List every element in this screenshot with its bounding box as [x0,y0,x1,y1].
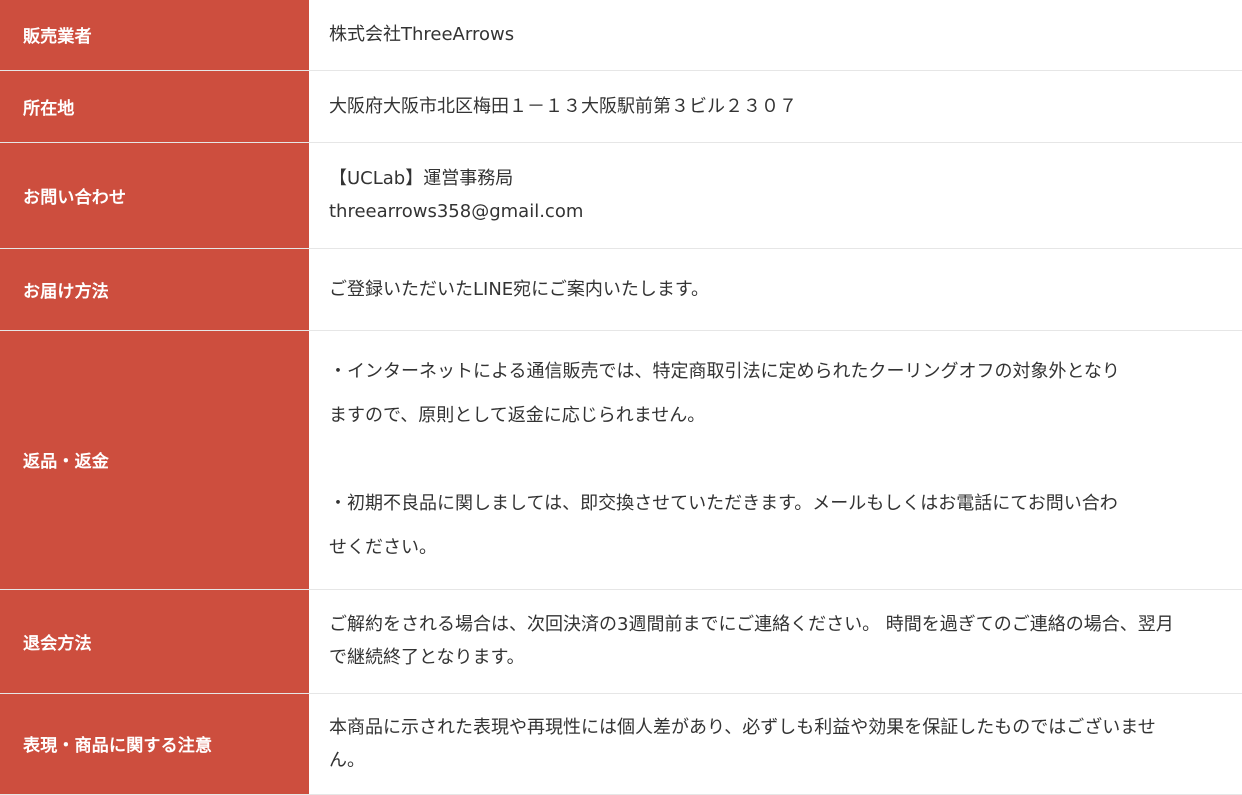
legal-info-table: 販売業者 株式会社ThreeArrows 所在地 大阪府大阪市北区梅田１－１３大… [0,0,1242,795]
value-seller: 株式会社ThreeArrows [309,0,1242,71]
label-notice: 表現・商品に関する注意 [0,693,309,795]
value-notice-line: 本商品に示された表現や再現性には個人差があり、必ずしも利益や効果を保証したもので… [329,716,1156,738]
row-seller: 販売業者 株式会社ThreeArrows [0,0,1242,71]
row-delivery: お届け方法 ご登録いただいたLINE宛にご案内いたします。 [0,248,1242,331]
value-notice-line: ん。 [329,749,365,771]
row-notice: 表現・商品に関する注意 本商品に示された表現や再現性には個人差があり、必ずしも利… [0,693,1242,795]
label-cancellation: 退会方法 [0,589,309,694]
value-refund-line: ・初期不良品に関しましては、即交換させていただきます。メールもしくはお電話にてお… [329,492,1118,514]
value-address: 大阪府大阪市北区梅田１－１３大阪駅前第３ビル２３０７ [309,70,1242,143]
row-cancellation: 退会方法 ご解約をされる場合は、次回決済の3週間前までにご連絡ください。 時間を… [0,589,1242,694]
row-address: 所在地 大阪府大阪市北区梅田１－１３大阪駅前第３ビル２３０７ [0,70,1242,143]
value-cancellation: ご解約をされる場合は、次回決済の3週間前までにご連絡ください。 時間を過ぎてのご… [309,589,1242,694]
label-refund: 返品・返金 [0,330,309,590]
value-delivery: ご登録いただいたLINE宛にご案内いたします。 [309,248,1242,331]
value-contact-office: 【UCLab】運営事務局 [329,168,514,189]
value-contact: 【UCLab】運営事務局 threearrows358@gmail.com [309,142,1242,249]
value-refund-line: ・インターネットによる通信販売では、特定商取引法に定められたクーリングオフの対象… [329,360,1120,382]
row-refund: 返品・返金 ・インターネットによる通信販売では、特定商取引法に定められたクーリン… [0,330,1242,590]
value-refund-line: ますので、原則として返金に応じられません。 [329,404,706,426]
label-seller: 販売業者 [0,0,309,71]
value-cancellation-line: ご解約をされる場合は、次回決済の3週間前までにご連絡ください。 時間を過ぎてのご… [329,614,1174,635]
contact-email-link[interactable]: threearrows358@gmail.com [329,195,1222,228]
value-cancellation-line: で継続終了となります。 [329,647,525,668]
value-refund-line: せください。 [329,536,437,558]
label-address: 所在地 [0,70,309,143]
label-delivery: お届け方法 [0,248,309,331]
label-contact: お問い合わせ [0,142,309,249]
value-seller-line: 株式会社ThreeArrows [329,24,515,46]
value-refund: ・インターネットによる通信販売では、特定商取引法に定められたクーリングオフの対象… [309,330,1242,590]
row-contact: お問い合わせ 【UCLab】運営事務局 threearrows358@gmail… [0,142,1242,249]
value-delivery-line: ご登録いただいたLINE宛にご案内いたします。 [329,278,710,300]
value-address-line: 大阪府大阪市北区梅田１－１３大阪駅前第３ビル２３０７ [329,95,797,117]
value-notice: 本商品に示された表現や再現性には個人差があり、必ずしも利益や効果を保証したもので… [309,693,1242,795]
